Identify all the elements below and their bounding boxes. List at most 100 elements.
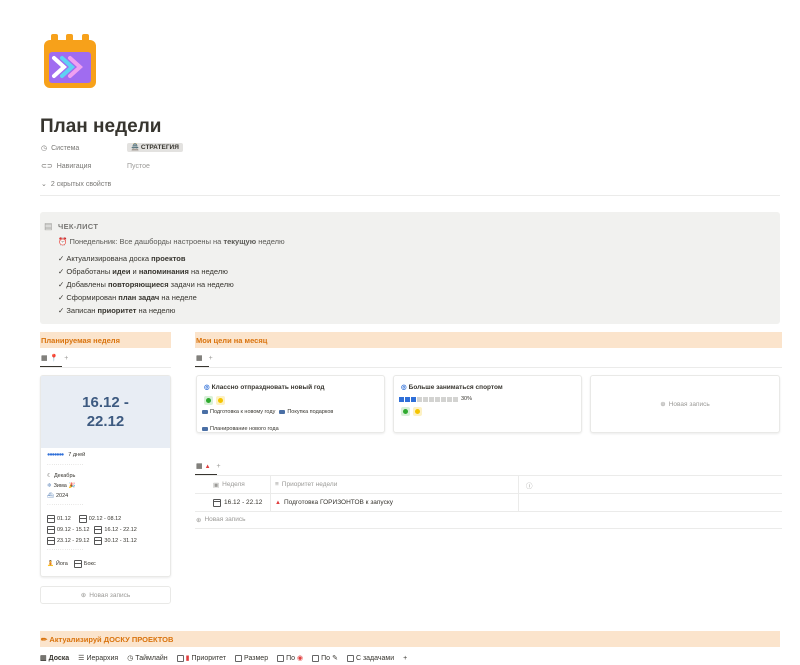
tag-folder[interactable]: Подготовка к новому году xyxy=(202,409,275,415)
system-tag[interactable]: 🏯 СТРАТЕГИЯ xyxy=(127,143,183,152)
column-header-priority[interactable]: ≡ Приоритет недели xyxy=(271,476,519,493)
progress-segment xyxy=(441,396,446,402)
progress-bar xyxy=(399,396,458,402)
flag-icon: ▮ xyxy=(185,655,190,662)
column-header-week[interactable]: ▣ Неделя xyxy=(209,476,271,493)
target-icon: ◎ xyxy=(401,384,407,391)
yoga-icon: 🧘 xyxy=(47,561,54,567)
goal-badges xyxy=(401,407,422,416)
moon-icon: ☾ xyxy=(47,473,52,479)
table-icon xyxy=(277,654,285,662)
separator: ················· xyxy=(47,462,84,468)
tab-hierarchy[interactable]: ☰ Иерархия xyxy=(78,654,118,663)
yellow-status-icon xyxy=(216,396,225,405)
week-card[interactable]: 16.12 - 22.12 ●●●●●●● 7 дней ···········… xyxy=(40,375,171,577)
pencil-icon: ✏ xyxy=(41,635,48,644)
plus-circle-icon: ⊕ xyxy=(660,401,666,408)
checklist-item: ✓ Сформирован план задач на неделе xyxy=(58,293,197,302)
navigation-empty-value: Пустое xyxy=(127,162,150,170)
list-icon: ☰ xyxy=(78,655,85,662)
planned-week-view-tabs: ▦ 📍 + xyxy=(41,354,68,363)
tab-with-tasks[interactable]: С задачами xyxy=(346,654,394,662)
gallery-view-tab[interactable]: ▦ xyxy=(196,354,203,362)
target-icon: ◎ xyxy=(204,384,210,391)
row-divider xyxy=(195,528,782,529)
calendar-icon xyxy=(78,515,87,523)
add-view-button[interactable]: + xyxy=(209,355,213,362)
property-navigation[interactable]: ⊂⊃ Навигация Пустое xyxy=(41,162,341,171)
week-links-row: 09.12 - 15.12 16.12 - 22.12 xyxy=(47,526,137,534)
column-add-header[interactable]: ⓘ xyxy=(519,476,782,493)
table-view-tab[interactable]: ▦ ▲ xyxy=(196,462,211,470)
activities-row: 🧘 Йога Бокс xyxy=(47,560,96,568)
table-row[interactable]: 16.12 - 22.12 ▲ Подготовка ГОРИЗОНТОВ к з… xyxy=(195,494,782,511)
days-indicator: ●●●●●●● 7 дней xyxy=(47,452,86,458)
goal-progress: 30% xyxy=(399,396,472,402)
tab-by-2[interactable]: По ✎ xyxy=(312,654,338,662)
goal-card[interactable]: ◎ Классно отпраздновать новый год Подгото… xyxy=(196,375,385,433)
table-header-row: ▣ Неделя ≡ Приоритет недели ⓘ xyxy=(195,476,782,493)
week-links-row: 01.12 02.12 - 08.12 xyxy=(47,515,121,523)
add-view-button[interactable]: + xyxy=(217,463,221,470)
text-property-icon: ▣ xyxy=(213,481,220,489)
year-line: ⛴ 2024 xyxy=(47,493,69,499)
calendar-icon xyxy=(73,560,82,568)
table-new-record-button[interactable]: ⊕ Новая запись xyxy=(196,516,245,524)
hidden-properties-toggle[interactable]: ⌄ 2 скрытых свойств xyxy=(41,180,111,189)
tab-board[interactable]: ▥ Доска xyxy=(40,654,69,663)
checklist-heading: ЧЕК-ЛИСТ xyxy=(58,222,99,231)
progress-segment xyxy=(399,396,404,402)
tab-by-1[interactable]: По ◉ xyxy=(277,654,303,662)
checklist-intro: ⏰ Понедельник: Все дашборды настроены на… xyxy=(58,237,285,246)
pencil-icon: ✎ xyxy=(332,655,338,662)
calendar-icon xyxy=(213,498,221,507)
goal-tags-row: Планирование нового года xyxy=(202,418,279,436)
calendar-page-icon xyxy=(44,34,96,88)
progress-segment xyxy=(453,396,458,402)
projects-view-tabs: ▥ Доска ☰ Иерархия ◷ Таймлайн ▮ Приоритет Ра… xyxy=(40,654,407,662)
clock-icon: ◷ xyxy=(127,655,134,662)
info-circle-icon: ⓘ xyxy=(526,482,533,490)
progress-segment xyxy=(411,396,416,402)
document-icon: ▤ xyxy=(44,221,53,231)
table-icon xyxy=(346,654,354,662)
progress-segment xyxy=(429,396,434,402)
clock-icon: ◷ xyxy=(41,145,48,152)
alarm-clock-icon: ⏰ xyxy=(58,237,68,246)
yellow-status-icon xyxy=(413,407,422,416)
planned-week-header: Планируемая неделя xyxy=(40,332,171,348)
properties-divider xyxy=(40,195,780,196)
add-view-button[interactable]: + xyxy=(64,355,68,362)
tab-priority[interactable]: ▮ Приоритет xyxy=(176,654,226,662)
tab-timeline[interactable]: ◷ Таймлайн xyxy=(127,654,167,663)
calendar-icon xyxy=(47,526,55,534)
red-triangle-icon: ▲ xyxy=(275,499,281,506)
progress-segment xyxy=(447,396,452,402)
tag-folder[interactable]: Планирование нового года xyxy=(202,426,279,432)
tag-folder[interactable]: Покупка подарков xyxy=(279,409,333,415)
separator: ················· xyxy=(47,547,84,553)
table-icon xyxy=(312,654,320,662)
progress-segment xyxy=(417,396,422,402)
tab-size[interactable]: Размер xyxy=(235,654,268,662)
tabs-divider xyxy=(40,367,171,368)
calendar-icon xyxy=(94,537,103,545)
add-view-button[interactable]: + xyxy=(403,655,407,662)
property-system[interactable]: ◷ Система 🏯 СТРАТЕГИЯ xyxy=(41,143,341,152)
board-icon: ▥ xyxy=(40,655,47,662)
target-icon: ◉ xyxy=(297,655,304,662)
page-title: План недели xyxy=(40,116,162,137)
progress-segment xyxy=(405,396,410,402)
week-card-cover: 16.12 - 22.12 xyxy=(41,376,170,448)
season-line: ❄ Зима 🎉 xyxy=(47,483,76,489)
gallery-view-tab[interactable]: ▦ 📍 xyxy=(41,354,58,362)
day-dots: ●●●●●●● xyxy=(47,452,64,458)
planned-week-new-record-button[interactable]: ⊕ Новая запись xyxy=(40,586,171,604)
goal-card[interactable]: ◎ Больше заниматься спортом 30% xyxy=(393,375,582,433)
lines-property-icon: ≡ xyxy=(275,481,279,488)
goal-badges xyxy=(204,396,225,405)
checklist-item: ✓ Записан приоритет на неделю xyxy=(58,306,176,315)
green-status-icon xyxy=(204,396,213,405)
week-range: 16.12 - 22.12 xyxy=(82,394,129,430)
goals-new-record-card[interactable]: ⊕ Новая запись xyxy=(590,375,780,433)
